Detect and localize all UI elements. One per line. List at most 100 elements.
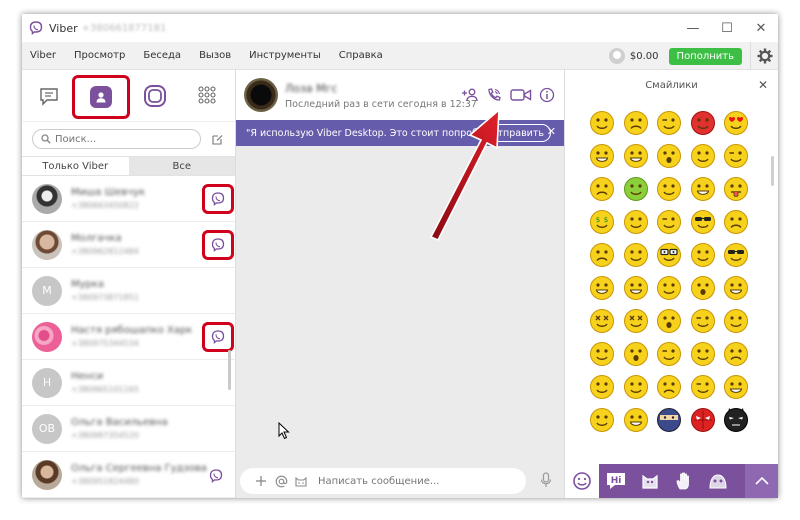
sticker-pack-tab-hand[interactable] bbox=[667, 464, 701, 498]
chat-contact-avatar[interactable] bbox=[244, 78, 278, 112]
emoji-sad-icon[interactable] bbox=[589, 242, 615, 268]
smileys-close-icon[interactable]: ✕ bbox=[758, 78, 768, 92]
message-input[interactable] bbox=[318, 475, 488, 487]
microphone-icon[interactable] bbox=[534, 468, 558, 492]
emoji-dead-icon[interactable] bbox=[623, 308, 649, 334]
emoji-shock-icon[interactable] bbox=[656, 308, 682, 334]
emoji-shock-icon[interactable] bbox=[690, 275, 716, 301]
emoji-think-icon[interactable] bbox=[623, 209, 649, 235]
emoji-kiss-icon[interactable] bbox=[656, 275, 682, 301]
menu-help[interactable]: Справка bbox=[330, 50, 392, 61]
sticker-pack-tab-hi[interactable]: Hi bbox=[599, 464, 633, 498]
account-avatar[interactable] bbox=[608, 48, 625, 64]
video-call-icon[interactable] bbox=[509, 85, 533, 105]
emoji-sad-icon[interactable] bbox=[723, 341, 749, 367]
emoji-sly-icon[interactable] bbox=[656, 341, 682, 367]
emoji-sad-icon[interactable] bbox=[623, 110, 649, 136]
contact-list-scrollbar[interactable] bbox=[228, 350, 231, 390]
emoji-wink-icon[interactable] bbox=[656, 110, 682, 136]
chats-tab[interactable] bbox=[34, 82, 64, 110]
emoji-nerd-icon[interactable] bbox=[656, 242, 682, 268]
search-box[interactable] bbox=[32, 129, 201, 149]
emoji-smirk-icon[interactable] bbox=[690, 308, 716, 334]
plus-icon[interactable] bbox=[254, 474, 268, 488]
emoji-smirk-icon[interactable] bbox=[723, 143, 749, 169]
emoji-cry-icon[interactable] bbox=[656, 374, 682, 400]
contact-row[interactable]: Настя рябошапко Харк +380975344534 bbox=[22, 314, 235, 360]
emoji-spider-icon[interactable] bbox=[690, 407, 716, 433]
emoji-blush-icon[interactable] bbox=[589, 341, 615, 367]
sticker-pack-tab-monster[interactable] bbox=[701, 464, 735, 498]
contact-row[interactable]: М Мурка +380973871851 bbox=[22, 268, 235, 314]
menu-viber[interactable]: Viber bbox=[22, 50, 65, 61]
sticker-cat-icon[interactable] bbox=[294, 474, 308, 488]
smileys-scrollbar[interactable] bbox=[771, 156, 774, 186]
emoji-dizzy-icon[interactable] bbox=[589, 308, 615, 334]
viber-call-icon[interactable] bbox=[484, 85, 504, 105]
emoji-sad-icon[interactable] bbox=[723, 209, 749, 235]
emoji-grin-icon[interactable] bbox=[589, 143, 615, 169]
emoji-shades-icon[interactable] bbox=[723, 242, 749, 268]
emoji-happy-icon[interactable] bbox=[690, 176, 716, 202]
emoji-tongue-icon[interactable] bbox=[723, 176, 749, 202]
contact-row[interactable]: Молгачка +380962812484 bbox=[22, 222, 235, 268]
topup-button[interactable]: Пополнить bbox=[668, 47, 742, 65]
new-chat-icon[interactable] bbox=[207, 129, 227, 149]
smiley-category-tab[interactable] bbox=[565, 464, 599, 498]
emoji-kiss-icon[interactable] bbox=[690, 143, 716, 169]
info-icon[interactable] bbox=[537, 85, 557, 105]
viber-badge-icon[interactable] bbox=[202, 184, 234, 214]
minimize-button[interactable]: — bbox=[676, 14, 710, 42]
viber-badge-icon[interactable] bbox=[205, 465, 227, 487]
menu-view[interactable]: Просмотр bbox=[65, 50, 134, 61]
tab-all[interactable]: Все bbox=[128, 157, 235, 175]
emoji-shock-icon[interactable] bbox=[656, 143, 682, 169]
sticker-pack-tab-cat[interactable] bbox=[633, 464, 667, 498]
emoji-grin-icon[interactable] bbox=[623, 407, 649, 433]
emoji-ninja-icon[interactable] bbox=[656, 407, 682, 433]
viber-badge-icon[interactable] bbox=[202, 322, 234, 352]
menu-tools[interactable]: Инструменты bbox=[240, 50, 330, 61]
emoji-think-icon[interactable] bbox=[690, 242, 716, 268]
emoji-love-icon[interactable] bbox=[723, 110, 749, 136]
search-input[interactable] bbox=[55, 133, 175, 145]
contact-row[interactable]: Ольга Сергеевна Гудзова +380951824480 bbox=[22, 452, 235, 498]
mention-icon[interactable] bbox=[274, 474, 288, 488]
contact-row[interactable]: Миша Шевчук +380663450822 bbox=[22, 176, 235, 222]
promo-close-icon[interactable]: ✕ bbox=[547, 125, 556, 138]
viber-badge-icon[interactable] bbox=[202, 230, 234, 260]
emoji-laugh-icon[interactable] bbox=[623, 143, 649, 169]
tab-viber-only[interactable]: Только Viber bbox=[22, 157, 129, 175]
contact-row[interactable]: ОВ Ольга Васильевна +380987354520 bbox=[22, 406, 235, 452]
emoji-angry-icon[interactable] bbox=[589, 374, 615, 400]
emoji-crazy-icon[interactable] bbox=[623, 242, 649, 268]
emoji-blush-icon[interactable] bbox=[656, 176, 682, 202]
menu-conversation[interactable]: Беседа bbox=[134, 50, 190, 61]
dialpad-tab[interactable] bbox=[192, 82, 222, 110]
emoji-cool-icon[interactable] bbox=[690, 209, 716, 235]
expand-panel-button[interactable] bbox=[745, 464, 778, 498]
emoji-think-icon[interactable] bbox=[589, 407, 615, 433]
menu-call[interactable]: Вызов bbox=[190, 50, 240, 61]
emoji-smirk-icon[interactable] bbox=[690, 374, 716, 400]
emoji-smile-icon[interactable] bbox=[589, 110, 615, 136]
emoji-laugh-icon[interactable] bbox=[623, 275, 649, 301]
add-participant-icon[interactable] bbox=[460, 85, 480, 105]
close-window-button[interactable]: ✕ bbox=[744, 14, 778, 42]
emoji-happy-icon[interactable] bbox=[589, 275, 615, 301]
emoji-sick-icon[interactable] bbox=[623, 176, 649, 202]
public-accounts-tab[interactable] bbox=[140, 82, 170, 110]
emoji-shock-icon[interactable] bbox=[623, 341, 649, 367]
settings-gear-icon[interactable] bbox=[750, 42, 778, 70]
emoji-angry-icon[interactable] bbox=[723, 308, 749, 334]
emoji-happy-icon[interactable] bbox=[723, 374, 749, 400]
contacts-tab[interactable] bbox=[72, 75, 130, 119]
emoji-angry-icon[interactable] bbox=[623, 374, 649, 400]
contact-row[interactable]: Н Ненси +380965101165 bbox=[22, 360, 235, 406]
maximize-button[interactable]: ☐ bbox=[710, 14, 744, 42]
emoji-grin-icon[interactable] bbox=[723, 275, 749, 301]
emoji-money-icon[interactable]: $ $ bbox=[589, 209, 615, 235]
emoji-batman-icon[interactable] bbox=[723, 407, 749, 433]
emoji-sly-icon[interactable] bbox=[656, 209, 682, 235]
emoji-think-icon[interactable] bbox=[690, 341, 716, 367]
